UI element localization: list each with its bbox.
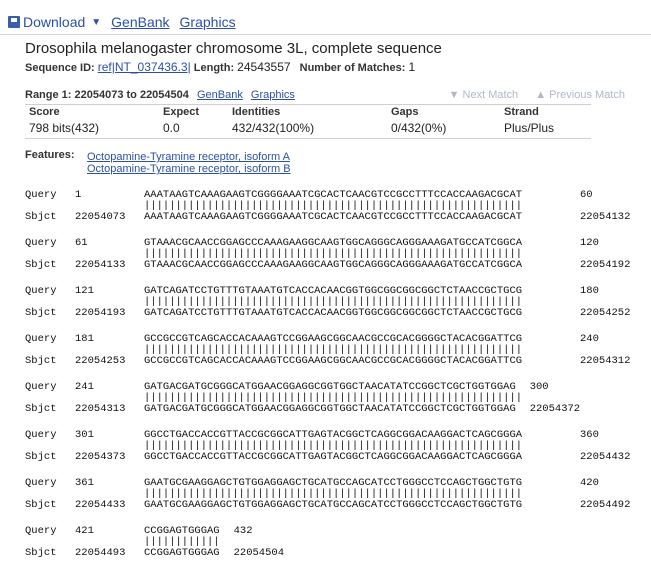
- length-label: Length:: [193, 62, 235, 74]
- sbjct-end: 22054192: [580, 259, 631, 271]
- query-end: 300: [529, 381, 549, 393]
- summary-identities: Identities 432/432(100%): [232, 106, 315, 135]
- sequence-info: Sequence ID: ref|NT_037436.3| Length: 24…: [25, 60, 421, 74]
- query-label: Query: [25, 333, 57, 345]
- sbjct-sequence: GATCAGATCCTGTTTGTAAATGTCACCACAACGGTGGCGG…: [144, 307, 523, 319]
- query-start: 121: [75, 285, 94, 297]
- sbjct-label: Sbjct: [25, 451, 57, 463]
- query-start: 61: [75, 237, 88, 249]
- summary-gaps: Gaps 0/432(0%): [391, 106, 447, 135]
- sbjct-end: 22054504: [233, 547, 285, 559]
- range-graphics-link[interactable]: Graphics: [251, 89, 295, 101]
- download-button[interactable]: Download: [23, 14, 85, 30]
- query-label: Query: [25, 237, 57, 249]
- query-end: 240: [580, 333, 599, 345]
- summary-expect: Expect 0.0: [163, 106, 200, 135]
- feature-link-isoform-b[interactable]: Octopamine-Tyramine receptor, isoform B: [87, 163, 291, 175]
- summary-score: Score 798 bits(432): [29, 106, 100, 135]
- feature-link-isoform-a[interactable]: Octopamine-Tyramine receptor, isoform A: [87, 151, 290, 163]
- sbjct-start: 22054133: [75, 259, 126, 271]
- sbjct-start: 22054313: [75, 403, 126, 415]
- query-label: Query: [25, 525, 57, 537]
- sbjct-sequence: GCCGCCGTCAGCACCACAAAGTCCGGAAGCGGCAACGCCG…: [144, 355, 523, 367]
- previous-match-button[interactable]: ▲ Previous Match: [535, 89, 625, 101]
- sbjct-sequence: GTAAACGCAACCGGAGCCCAAAGAAGGCAAGTGGCAGGGC…: [144, 259, 523, 271]
- sbjct-start: 22054433: [75, 499, 126, 511]
- sbjct-start: 22054373: [75, 451, 126, 463]
- features-label: Features:: [25, 149, 75, 161]
- range-header: Range 1: 22054073 to 22054504 GenBank Gr…: [25, 89, 625, 101]
- next-match-button[interactable]: ▼ Next Match: [449, 89, 519, 101]
- query-label: Query: [25, 381, 57, 393]
- query-start: 361: [75, 477, 94, 489]
- range-label: Range 1: 22054073 to 22054504: [25, 89, 189, 101]
- sbjct-label: Sbjct: [25, 403, 57, 415]
- sbjct-label: Sbjct: [25, 499, 57, 511]
- matches-label: Number of Matches:: [299, 62, 406, 74]
- download-icon: [8, 16, 20, 28]
- toolbar: Download ▼ GenBank Graphics: [0, 0, 651, 35]
- toolbar-links: Download ▼ GenBank Graphics: [8, 14, 236, 30]
- query-end: 60: [580, 189, 593, 201]
- query-label: Query: [25, 477, 57, 489]
- sbjct-label: Sbjct: [25, 259, 57, 271]
- sbjct-label: Sbjct: [25, 211, 57, 223]
- query-end: 420: [580, 477, 599, 489]
- sbjct-label: Sbjct: [25, 547, 57, 559]
- chevron-down-icon[interactable]: ▼: [91, 17, 101, 28]
- length-value: 24543557: [237, 60, 291, 74]
- query-label: Query: [25, 429, 57, 441]
- query-start: 421: [75, 525, 94, 537]
- alignment-summary: Score 798 bits(432) Expect 0.0 Identitie…: [25, 104, 591, 139]
- graphics-link[interactable]: Graphics: [180, 14, 236, 30]
- sbjct-sequence: GAATGCGAAGGAGCTGTGGAGGAGCTGCATGCCAGCATCC…: [144, 499, 523, 511]
- sbjct-start: 22054193: [75, 307, 126, 319]
- query-start: 181: [75, 333, 94, 345]
- sbjct-end: 22054432: [580, 451, 631, 463]
- query-label: Query: [25, 285, 57, 297]
- query-end: 432: [233, 525, 253, 537]
- range-genbank-link[interactable]: GenBank: [197, 89, 243, 101]
- sbjct-sequence: GATGACGATGCGGGCATGGAACGGAGGCGGTGGCTAACAT…: [144, 403, 516, 415]
- sequence-id-link[interactable]: ref|NT_037436.3|: [98, 60, 191, 74]
- query-end: 120: [580, 237, 599, 249]
- sbjct-label: Sbjct: [25, 355, 57, 367]
- sbjct-sequence: GGCCTGACCACCGTTACCGCGGCATTGAGTACGGCTCAGG…: [144, 451, 523, 463]
- query-start: 241: [75, 381, 94, 393]
- sbjct-start: 22054073: [75, 211, 126, 223]
- sbjct-label: Sbjct: [25, 307, 57, 319]
- genbank-link[interactable]: GenBank: [111, 14, 169, 30]
- match-navigation: ▼ Next Match ▲ Previous Match: [435, 89, 625, 101]
- query-end: 180: [580, 285, 599, 297]
- sequence-id-label: Sequence ID:: [25, 62, 95, 74]
- query-label: Query: [25, 189, 57, 201]
- sbjct-sequence: CCGGAGTGGGAG: [144, 547, 220, 559]
- sbjct-sequence: AAATAAGTCAAAGAAGTCGGGGAAATCGCACTCAACGTCC…: [144, 211, 523, 223]
- query-start: 1: [75, 189, 82, 201]
- sbjct-end: 22054312: [580, 355, 631, 367]
- sbjct-end: 22054252: [580, 307, 631, 319]
- query-end: 360: [580, 429, 599, 441]
- query-start: 301: [75, 429, 94, 441]
- sbjct-end: 22054372: [529, 403, 581, 415]
- sbjct-end: 22054492: [580, 499, 631, 511]
- sbjct-end: 22054132: [580, 211, 631, 223]
- sbjct-start: 22054253: [75, 355, 126, 367]
- page-title: Drosophila melanogaster chromosome 3L, c…: [25, 40, 442, 57]
- sbjct-start: 22054493: [75, 547, 126, 559]
- summary-strand: Strand Plus/Plus: [504, 106, 555, 135]
- matches-value: 1: [408, 60, 416, 74]
